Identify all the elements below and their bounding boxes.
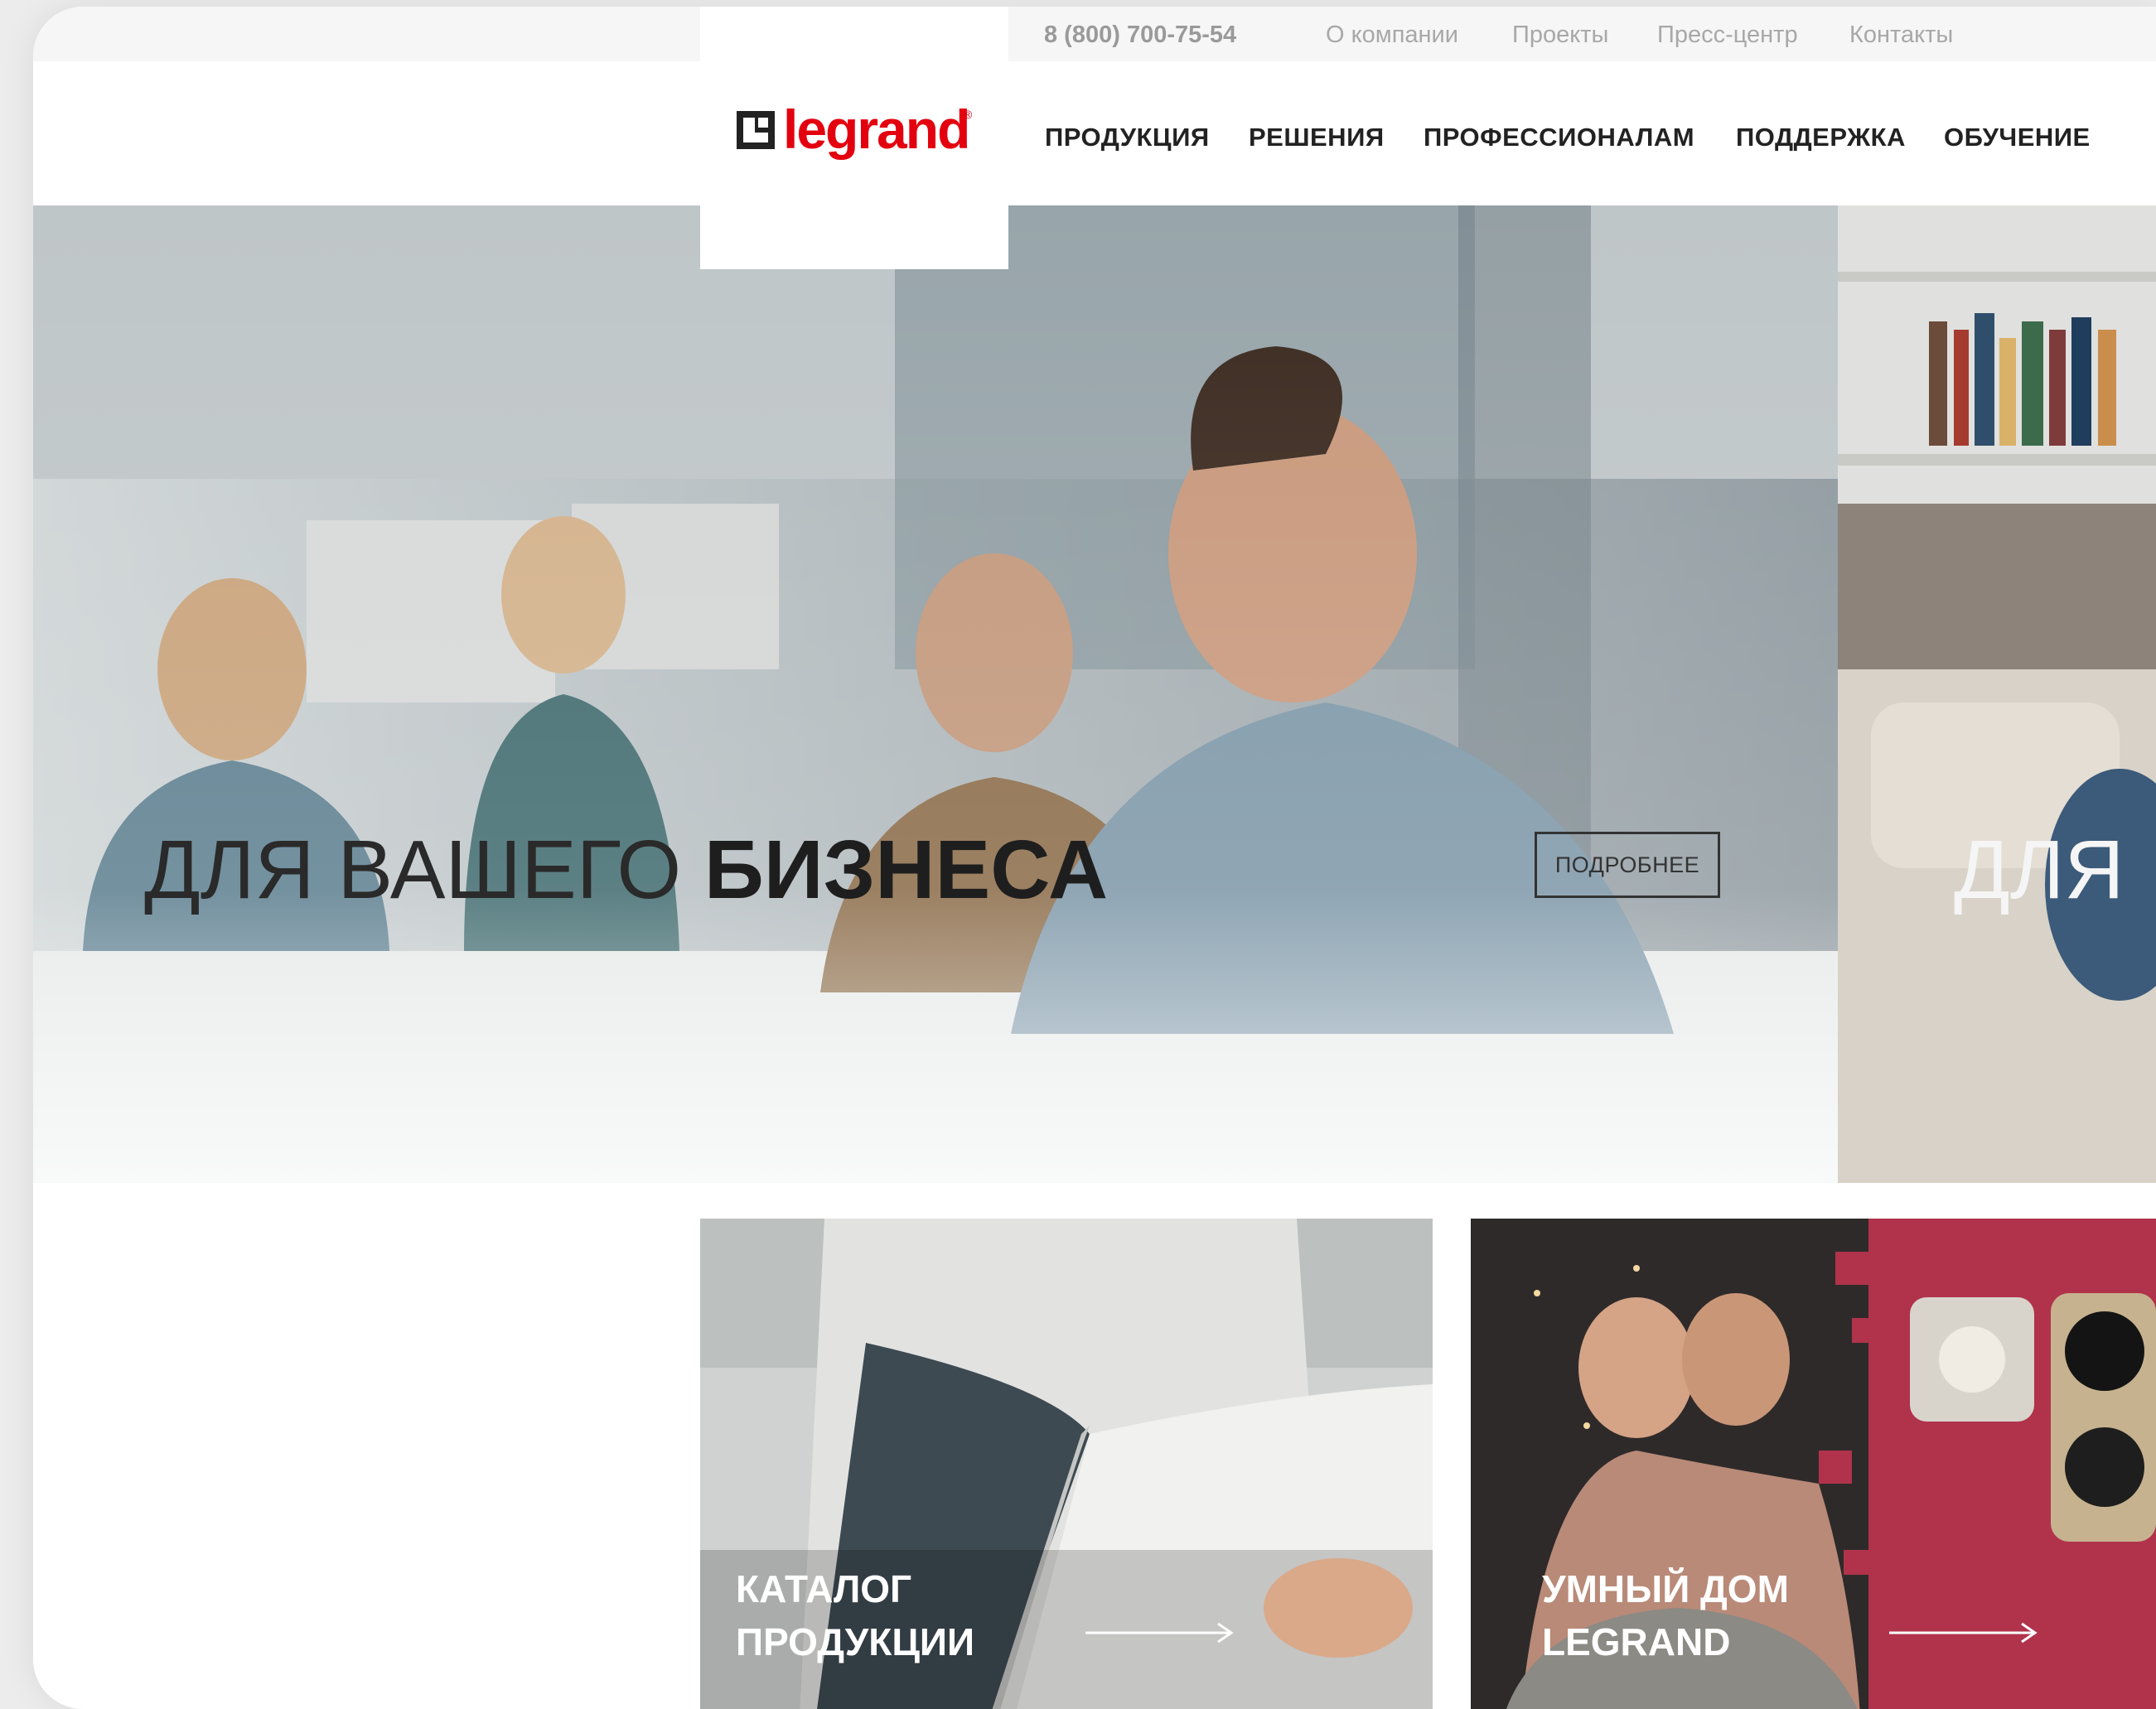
logo-wordmark: legrand [783, 99, 970, 160]
card-catalog-title: КАТАЛОГ ПРОДУКЦИИ [736, 1567, 975, 1663]
more-button[interactable]: ПОДРОБНЕЕ [1535, 832, 1720, 898]
hero-slide-business [33, 205, 1838, 1183]
hero-title: ДЛЯ ВАШЕГО БИЗНЕСА [144, 823, 1108, 918]
phone-link[interactable]: 8 (800) 700-75-54 [1044, 22, 1236, 49]
registered-mark-icon: ® [964, 108, 973, 121]
hero-title-light: ДЛЯ ВАШЕГО [144, 823, 704, 916]
hero-slide-home[interactable] [1838, 205, 2156, 1183]
legrand-logo-icon [737, 111, 775, 149]
card-smart-home-title: УМНЫЙ ДОМ LEGRAND [1542, 1567, 1789, 1663]
nav-professionals[interactable]: ПРОФЕССИОНАЛАМ [1424, 123, 1694, 152]
card-smart-home[interactable]: УМНЫЙ ДОМ LEGRAND [1471, 1219, 2156, 1709]
logo[interactable]: legrand ® [700, 7, 1008, 269]
nav-solutions[interactable]: РЕШЕНИЯ [1249, 123, 1385, 152]
hero-photo [33, 205, 1838, 1183]
card-catalog[interactable]: КАТАЛОГ ПРОДУКЦИИ [700, 1219, 1433, 1709]
nav-support[interactable]: ПОДДЕРЖКА [1736, 123, 1906, 152]
toplink-projects[interactable]: Проекты [1512, 22, 1608, 49]
hero2-photo [1838, 205, 2156, 1183]
toplink-contacts[interactable]: Контакты [1849, 22, 1953, 49]
browser-page: 8 (800) 700-75-54 О компании Проекты Пре… [33, 7, 2156, 1709]
toplink-press[interactable]: Пресс-центр [1657, 22, 1798, 49]
nav-training[interactable]: ОБУЧЕНИЕ [1944, 123, 2091, 152]
arrow-right-icon [1085, 1622, 1234, 1644]
arrow-right-icon [1889, 1622, 2038, 1644]
nav-products[interactable]: ПРОДУКЦИЯ [1045, 123, 1210, 152]
hero2-title: ДЛЯ [1954, 823, 2125, 916]
hero-title-bold: БИЗНЕСА [703, 823, 1109, 916]
toplink-company[interactable]: О компании [1326, 22, 1458, 49]
